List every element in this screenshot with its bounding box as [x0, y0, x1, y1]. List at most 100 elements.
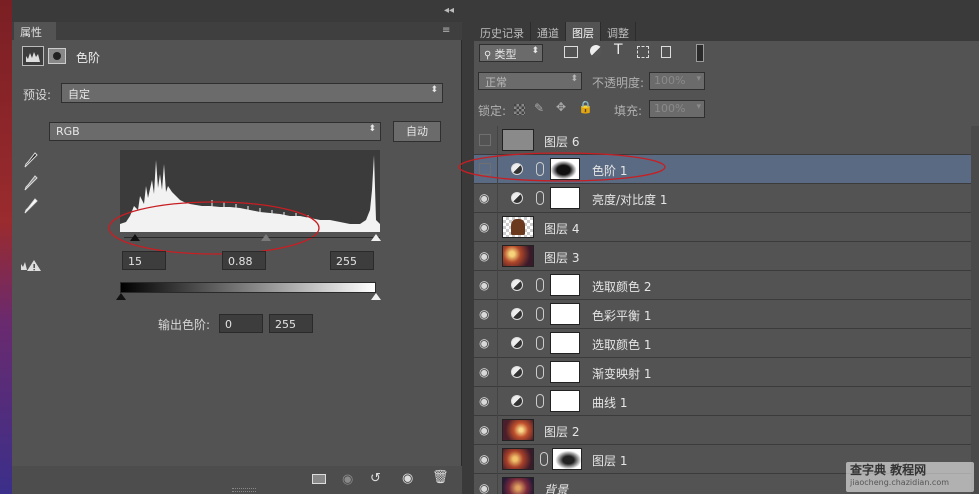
link-chain-icon[interactable] — [540, 452, 548, 466]
output-black-slider[interactable] — [116, 293, 126, 300]
search-icon: ⚲ — [484, 50, 495, 61]
clip-to-layer-icon[interactable] — [312, 474, 326, 484]
filter-type-icon[interactable]: T — [614, 42, 623, 58]
mask-icon[interactable] — [48, 48, 66, 64]
panel-divider — [462, 0, 474, 494]
preset-select[interactable]: 自定 ⬍ — [61, 83, 443, 103]
input-black-field[interactable]: 15 — [122, 251, 166, 270]
reset-icon[interactable]: ↺ — [370, 471, 381, 486]
eye-icon[interactable]: ◉ — [479, 192, 493, 204]
layer-row[interactable]: ◉ 选取颜色 1 — [474, 329, 979, 358]
panel-menu-icon[interactable]: ≡ — [442, 25, 450, 36]
visibility-toggle[interactable] — [479, 134, 491, 146]
view-previous-icon[interactable]: ◉ — [342, 472, 353, 487]
layer-thumbnail — [502, 477, 534, 494]
layer-mask-thumbnail[interactable] — [552, 448, 582, 470]
eye-icon[interactable]: ◉ — [479, 424, 493, 436]
collapse-icon[interactable]: ◂◂ — [444, 5, 454, 16]
white-point-eyedropper-icon[interactable] — [24, 198, 38, 217]
eye-icon[interactable]: ◉ — [479, 221, 493, 233]
lock-all-icon[interactable]: 🔒 — [578, 100, 593, 114]
layer-mask-thumbnail[interactable] — [550, 332, 580, 354]
output-white-slider[interactable] — [371, 293, 381, 300]
gray-point-eyedropper-icon[interactable] — [24, 175, 38, 194]
properties-panel: ◂◂ × ≡ 属性 色阶 预设: 自定 ⬍ RGB ⬍ 自动 — [12, 0, 470, 494]
eye-icon[interactable]: ◉ — [479, 395, 493, 407]
layers-panel: 历史记录 通道 图层 调整 ⚲ 类型 ⬍ T 正常 ⬍ 不透明度: 100% ▾… — [458, 0, 979, 494]
output-white-field[interactable]: 255 — [269, 314, 313, 333]
lock-transparency-icon[interactable] — [514, 104, 525, 115]
adjustment-layer-icon — [511, 308, 523, 320]
lock-position-icon[interactable]: ✥ — [556, 100, 566, 114]
layer-name: 图层 1 — [592, 454, 628, 468]
layer-row[interactable]: ◉ 图层 3 — [474, 242, 979, 271]
trash-icon[interactable]: 🗑 — [432, 470, 449, 485]
layer-thumbnail — [502, 419, 534, 441]
filter-smart-object-icon[interactable] — [661, 46, 671, 58]
layer-row[interactable]: ◉ 渐变映射 1 — [474, 358, 979, 387]
chevron-updown-icon: ⬍ — [368, 124, 376, 134]
link-chain-icon[interactable] — [536, 307, 544, 321]
output-black-field[interactable]: 0 — [219, 314, 263, 333]
tab-history[interactable]: 历史记录 — [474, 22, 531, 41]
opacity-field[interactable]: 100% ▾ — [649, 72, 705, 90]
eye-icon[interactable]: ◉ — [479, 453, 493, 465]
eye-icon[interactable]: ◉ — [479, 337, 493, 349]
eye-icon[interactable]: ◉ — [479, 482, 493, 494]
layer-mask-thumbnail[interactable] — [550, 303, 580, 325]
visibility-eye-icon[interactable]: ◉ — [402, 471, 413, 486]
layer-row[interactable]: ◉ 选取颜色 2 — [474, 271, 979, 300]
layer-mask-thumbnail[interactable] — [550, 361, 580, 383]
layer-mask-thumbnail[interactable] — [550, 187, 580, 209]
link-chain-icon[interactable] — [536, 336, 544, 350]
layer-list-scrollbar[interactable] — [971, 126, 979, 494]
tab-channels[interactable]: 通道 — [531, 22, 566, 41]
input-gamma-slider[interactable] — [261, 234, 271, 241]
fill-field[interactable]: 100% ▾ — [649, 100, 705, 118]
layer-mask-thumbnail[interactable] — [550, 390, 580, 412]
channel-select[interactable]: RGB ⬍ — [49, 122, 381, 141]
eye-icon[interactable]: ◉ — [479, 279, 493, 291]
black-point-eyedropper-icon[interactable] — [24, 152, 38, 171]
layer-row[interactable]: ◉ 曲线 1 — [474, 387, 979, 416]
blend-mode-select[interactable]: 正常 ⬍ — [478, 72, 582, 90]
output-levels-label: 输出色阶: — [158, 318, 211, 332]
clipping-warning-icon[interactable] — [20, 258, 42, 275]
layer-row[interactable]: ◉ 亮度/对比度 1 — [474, 184, 979, 213]
filter-adjustment-icon[interactable] — [590, 45, 602, 57]
link-chain-icon[interactable] — [536, 365, 544, 379]
chevron-down-icon: ▾ — [696, 74, 701, 84]
adjustment-layer-icon — [511, 366, 523, 378]
link-chain-icon[interactable] — [536, 394, 544, 408]
lock-brush-icon[interactable]: ✎ — [534, 101, 544, 115]
filter-shape-icon[interactable] — [637, 46, 649, 58]
filter-kind-select[interactable]: ⚲ 类型 ⬍ — [479, 44, 543, 62]
input-black-slider[interactable] — [130, 234, 140, 241]
layer-name: 选取颜色 1 — [592, 338, 652, 352]
layer-row[interactable]: ◉ 色彩平衡 1 — [474, 300, 979, 329]
filter-pixel-icon[interactable] — [564, 46, 578, 58]
tab-layers[interactable]: 图层 — [566, 22, 601, 41]
layer-row[interactable]: ◉ 图层 2 — [474, 416, 979, 445]
layers-tab-bar: 历史记录 通道 图层 调整 — [474, 22, 979, 41]
layer-row[interactable]: ◉ 图层 4 — [474, 213, 979, 242]
eye-icon[interactable]: ◉ — [479, 250, 493, 262]
input-white-field[interactable]: 255 — [330, 251, 374, 270]
layer-name: 渐变映射 1 — [592, 367, 652, 381]
input-gamma-field[interactable]: 0.88 — [222, 251, 266, 270]
tab-properties[interactable]: 属性 — [14, 22, 56, 40]
link-chain-icon[interactable] — [536, 278, 544, 292]
filter-toggle-switch[interactable] — [696, 44, 704, 62]
layer-name: 图层 3 — [544, 251, 580, 265]
link-chain-icon[interactable] — [536, 191, 544, 205]
eye-icon[interactable]: ◉ — [479, 308, 493, 320]
input-white-slider[interactable] — [371, 234, 381, 241]
layer-name: 亮度/对比度 1 — [592, 193, 668, 207]
eye-icon[interactable]: ◉ — [479, 366, 493, 378]
layer-mask-thumbnail[interactable] — [550, 274, 580, 296]
input-slider-track[interactable] — [124, 237, 380, 238]
tab-adjustments[interactable]: 调整 — [601, 22, 636, 41]
chevron-updown-icon: ⬍ — [430, 85, 438, 95]
resize-grip[interactable] — [232, 488, 256, 492]
auto-button[interactable]: 自动 — [393, 121, 441, 142]
